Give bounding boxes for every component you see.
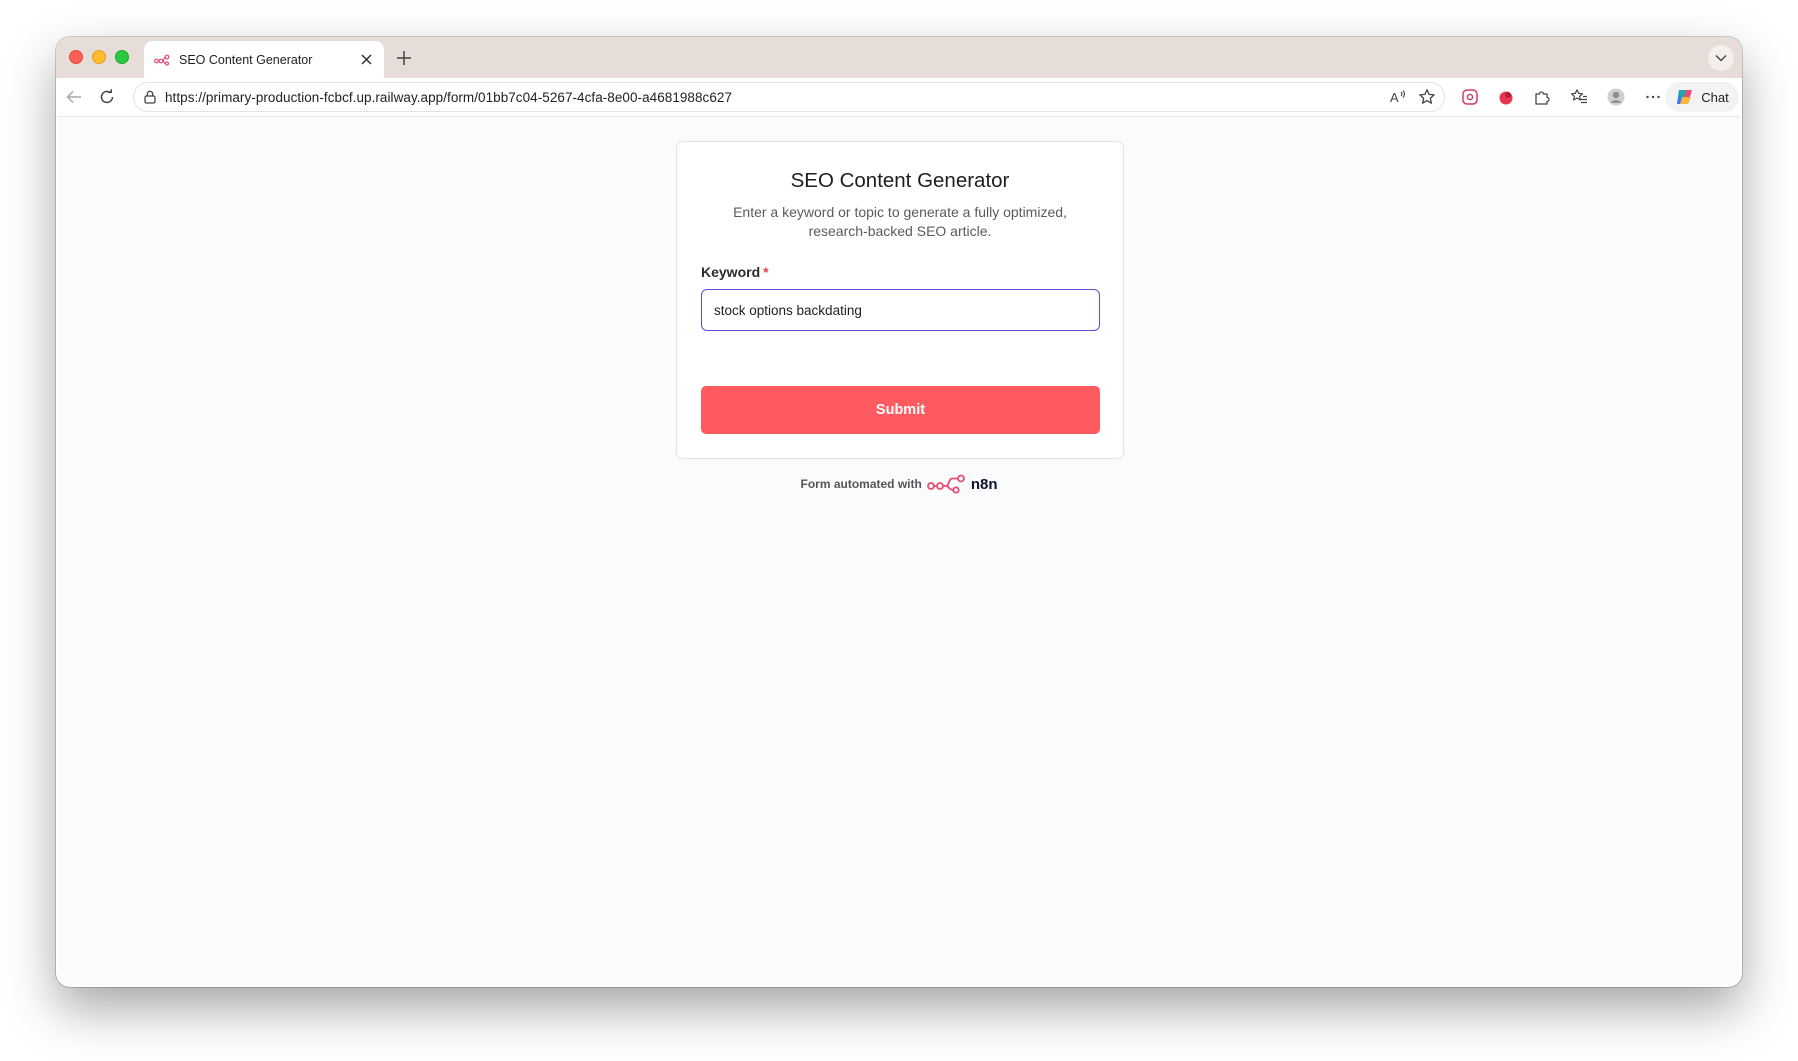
submit-button[interactable]: Submit — [701, 386, 1100, 434]
reload-icon[interactable] — [97, 87, 117, 107]
tab-close-icon[interactable] — [358, 52, 374, 68]
new-tab-icon[interactable] — [394, 48, 414, 68]
favorites-list-icon[interactable] — [1570, 88, 1588, 106]
read-aloud-icon[interactable]: A — [1390, 88, 1408, 106]
copilot-icon — [1677, 90, 1693, 104]
zoom-window-button[interactable] — [115, 50, 129, 64]
form-description: Enter a keyword or topic to generate a f… — [733, 204, 1067, 239]
keyword-input[interactable] — [701, 289, 1100, 331]
footer-text: Form automated with — [800, 477, 922, 491]
form-footer: Form automated with n8n — [58, 474, 1740, 494]
extension-screen-capture-icon[interactable] — [1461, 88, 1479, 106]
browser-toolbar: https://primary-production-fcbcf.up.rail… — [56, 78, 1742, 116]
extensions-puzzle-icon[interactable] — [1533, 88, 1551, 106]
svg-text:A: A — [1390, 90, 1399, 105]
tab-strip: SEO Content Generator — [56, 37, 1742, 78]
required-marker: * — [763, 264, 769, 280]
keyword-label-text: Keyword — [701, 264, 761, 280]
back-arrow-icon[interactable] — [64, 87, 84, 107]
lock-icon[interactable] — [143, 90, 157, 104]
tab-seo-content-generator[interactable]: SEO Content Generator — [144, 41, 384, 78]
n8n-logo-icon[interactable] — [926, 474, 967, 494]
browser-window: SEO Content Generator https://primary-pr… — [56, 37, 1742, 987]
n8n-favicon-icon — [154, 54, 170, 66]
favorite-star-icon[interactable] — [1418, 88, 1436, 106]
close-window-button[interactable] — [69, 50, 83, 64]
profile-avatar-icon[interactable] — [1607, 88, 1625, 106]
copilot-chat-button[interactable]: Chat — [1665, 82, 1739, 112]
keyword-label: Keyword * — [701, 264, 769, 280]
chat-label: Chat — [1701, 89, 1729, 105]
extension-red-drop-icon[interactable] — [1497, 88, 1515, 106]
page-content: SEO Content Generator Enter a keyword or… — [58, 116, 1740, 985]
tab-title: SEO Content Generator — [179, 52, 313, 67]
more-options-icon[interactable] — [1644, 88, 1662, 106]
form-card: SEO Content Generator Enter a keyword or… — [676, 141, 1124, 459]
address-bar[interactable]: https://primary-production-fcbcf.up.rail… — [133, 82, 1445, 112]
tab-actions-chevron-down-icon[interactable] — [1708, 45, 1734, 71]
minimize-window-button[interactable] — [92, 50, 106, 64]
form-title: SEO Content Generator — [790, 169, 1010, 192]
n8n-brand-text[interactable]: n8n — [971, 476, 998, 493]
url-text[interactable]: https://primary-production-fcbcf.up.rail… — [165, 90, 732, 105]
